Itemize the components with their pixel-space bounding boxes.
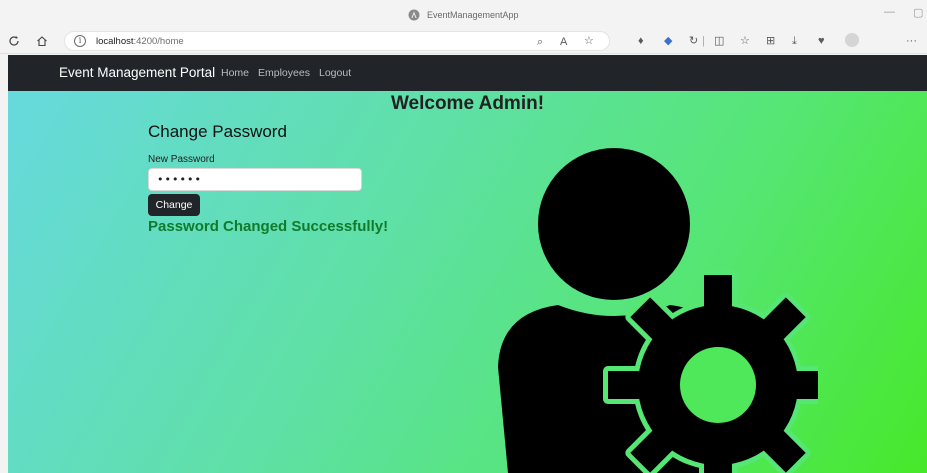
success-message: Password Changed Successfully! [148, 218, 389, 235]
new-password-input[interactable] [148, 168, 362, 191]
split-screen-icon[interactable]: ◫ [714, 34, 724, 48]
new-password-label: New Password [148, 154, 215, 165]
refresh-icon[interactable] [6, 33, 22, 49]
change-password-title: Change Password [148, 122, 287, 141]
collections-icon[interactable]: ⊞ [766, 34, 775, 48]
extension-icon[interactable]: ♥ [818, 34, 825, 48]
page-viewport: Event Management Portal Home Employees L… [8, 55, 927, 473]
browser-toolbar: i localhost:4200/home ⌕ A ☆ ♦ ◆ ↻ | ◫ ☆ … [0, 28, 927, 54]
top-navbar: Event Management Portal Home Employees L… [8, 55, 927, 91]
downloads-icon[interactable]: ⤓ [792, 34, 797, 48]
minimize-icon[interactable]: — [884, 6, 895, 18]
extension-icon[interactable]: ♦ [638, 34, 644, 48]
angular-app-icon [408, 9, 420, 21]
home-icon[interactable] [34, 33, 50, 49]
url-text[interactable]: localhost:4200/home [96, 36, 184, 47]
read-aloud-icon[interactable]: A [560, 35, 567, 49]
toolbar-divider: | [702, 35, 705, 47]
nav-employees[interactable]: Employees [258, 67, 310, 79]
window-title: EventManagementApp [0, 9, 927, 21]
extension-icon[interactable]: ◆ [664, 34, 672, 48]
address-bar[interactable]: i localhost:4200/home ⌕ A ☆ [64, 31, 610, 51]
more-menu-icon[interactable]: ··· [906, 34, 917, 48]
profile-avatar[interactable] [845, 33, 859, 47]
brand-title[interactable]: Event Management Portal [59, 65, 215, 80]
favorite-star-icon[interactable]: ☆ [584, 34, 594, 48]
change-button[interactable]: Change [148, 194, 200, 216]
nav-home[interactable]: Home [221, 67, 249, 79]
search-icon[interactable]: ⌕ [537, 35, 543, 49]
browser-title-bar: EventManagementApp — ▢ [0, 0, 927, 28]
restore-icon[interactable]: ▢ [913, 6, 923, 19]
favorites-icon[interactable]: ☆ [740, 34, 750, 48]
extension-icon[interactable]: ↻ [689, 34, 698, 48]
admin-settings-icon [498, 148, 818, 473]
welcome-heading: Welcome Admin! [390, 93, 545, 114]
nav-logout[interactable]: Logout [319, 67, 351, 79]
info-icon[interactable]: i [74, 35, 86, 47]
main-content: Welcome Admin! Change Password New Passw… [8, 91, 927, 473]
